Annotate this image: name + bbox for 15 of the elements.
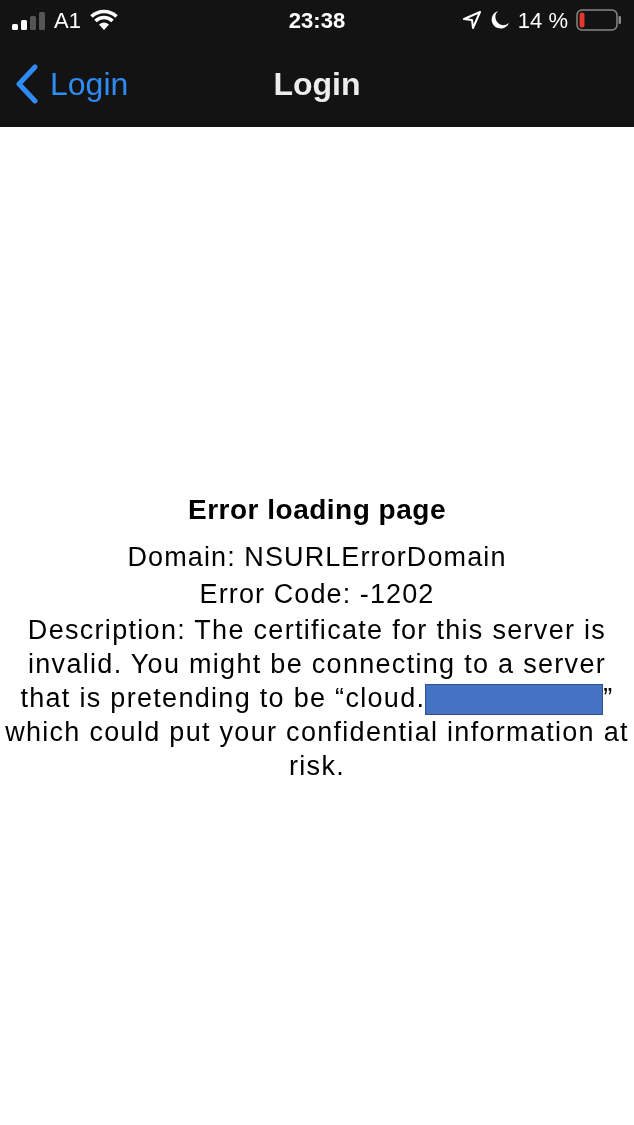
wifi-icon	[88, 9, 119, 31]
error-detail: Error Code: -1202	[199, 578, 435, 611]
error-title: Error loading page	[188, 493, 446, 527]
clock: 23:38	[288, 6, 346, 35]
error-description: Description: The certificate for this server is invalid. You might be connecting to a server that is pretending to be “cloud. ” which could put your confidential information at risk.	[5, 614, 629, 784]
carrier-label: A1	[54, 6, 81, 35]
moon-icon	[489, 10, 510, 30]
nav-title: Login	[273, 64, 361, 104]
battery-icon	[576, 9, 622, 31]
back-button[interactable]: Login	[14, 59, 129, 108]
battery-percentage: 14 %	[517, 6, 568, 35]
signal-icon	[12, 10, 46, 30]
chevron-left-icon	[14, 63, 40, 104]
error-detail: Domain: NSURLErrorDomain	[127, 541, 507, 574]
location-arrow-icon	[461, 10, 482, 30]
